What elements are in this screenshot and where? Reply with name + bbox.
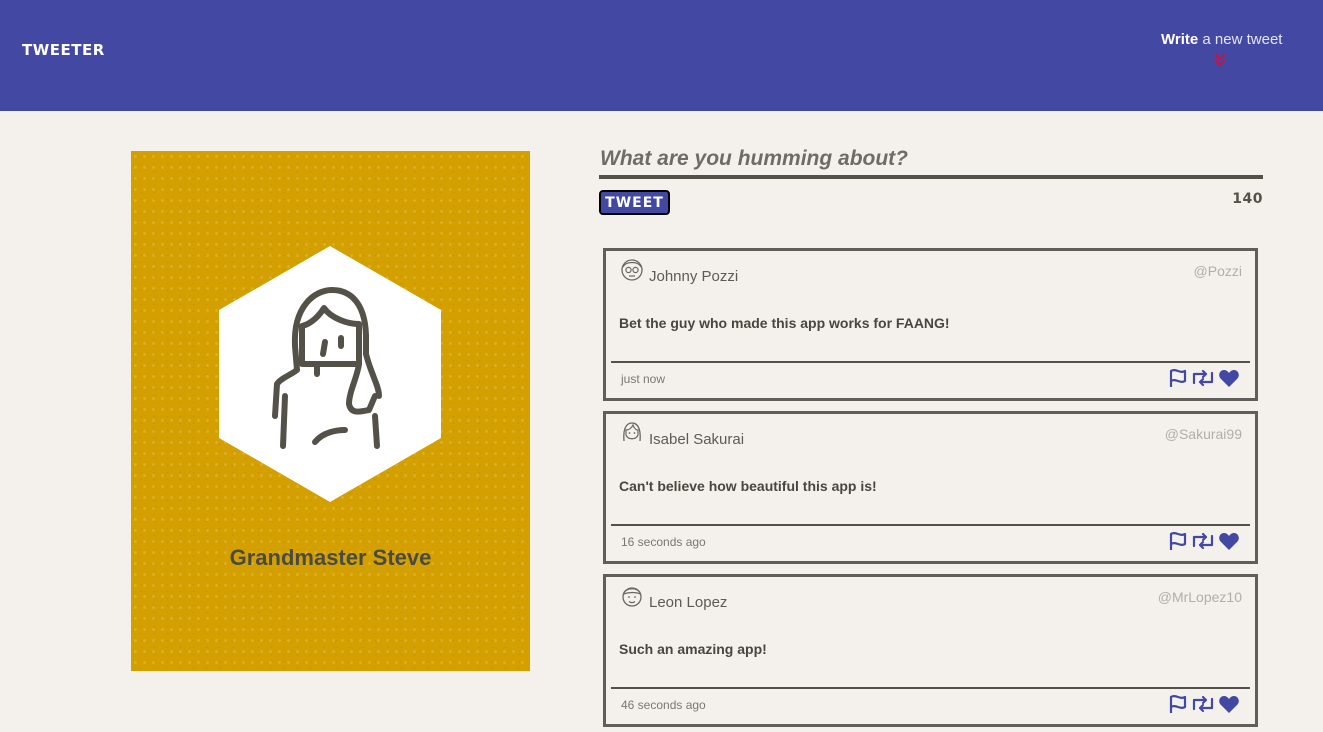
tweet-author-handle[interactable]: @Pozzi xyxy=(1194,263,1242,279)
navbar: TWEETER Write a new tweet xyxy=(0,0,1323,111)
tweet-timestamp: 16 seconds ago xyxy=(621,535,706,549)
retweet-icon[interactable] xyxy=(1191,367,1215,389)
tweet-text: Such an amazing app! xyxy=(619,641,767,657)
tweet-author-name: Johnny Pozzi xyxy=(649,268,739,285)
flag-icon[interactable] xyxy=(1168,530,1188,552)
retweet-icon[interactable] xyxy=(1191,530,1215,552)
profile-card: Grandmaster Steve xyxy=(131,151,530,671)
double-chevron-down-icon[interactable] xyxy=(1213,52,1227,68)
tweet-timestamp: just now xyxy=(621,372,666,386)
profile-name: Grandmaster Steve xyxy=(229,545,432,570)
flag-icon[interactable] xyxy=(1168,367,1188,389)
write-new-tweet-toggle[interactable]: Write a new tweet xyxy=(1161,31,1291,48)
tweet-divider xyxy=(611,361,1250,363)
tweet-divider xyxy=(611,524,1250,526)
tweet-text: Bet the guy who made this app works for … xyxy=(619,315,950,331)
write-label-bold: Write xyxy=(1161,31,1199,48)
tweet-input[interactable] xyxy=(599,143,1263,179)
flag-icon[interactable] xyxy=(1168,693,1188,715)
retweet-icon[interactable] xyxy=(1191,693,1215,715)
tweet-actions xyxy=(1168,530,1242,552)
tweet-card: Isabel Sakurai @Sakurai99 Can't believe … xyxy=(603,411,1258,564)
tweet-actions xyxy=(1168,693,1242,715)
character-counter: 140 xyxy=(1232,191,1263,207)
write-label-rest: a new tweet xyxy=(1198,31,1283,48)
heart-icon[interactable] xyxy=(1218,530,1240,552)
tweet-author-handle[interactable]: @MrLopez10 xyxy=(1158,589,1242,605)
compose-section: TWEET 140 xyxy=(599,143,1263,215)
woman-avatar-icon xyxy=(623,422,641,442)
glasses-man-avatar-icon xyxy=(621,259,643,281)
tweet-divider xyxy=(611,687,1250,689)
tweet-author-name: Isabel Sakurai xyxy=(649,431,745,448)
tweet-author-name: Leon Lopez xyxy=(649,594,728,611)
heart-icon[interactable] xyxy=(1218,367,1240,389)
brand-logo[interactable]: TWEETER xyxy=(22,41,105,59)
heart-icon[interactable] xyxy=(1218,693,1240,715)
tweet-actions xyxy=(1168,367,1242,389)
tweet-card: Leon Lopez @MrLopez10 Such an amazing ap… xyxy=(603,574,1258,727)
profile-avatar xyxy=(219,246,441,502)
tweet-text: Can't believe how beautiful this app is! xyxy=(619,478,877,494)
tweet-author-handle[interactable]: @Sakurai99 xyxy=(1165,426,1242,442)
tweet-card: Johnny Pozzi @Pozzi Bet the guy who made… xyxy=(603,248,1258,401)
tweet-button[interactable]: TWEET xyxy=(599,190,670,215)
tweet-timestamp: 46 seconds ago xyxy=(621,698,706,712)
man-avatar-icon xyxy=(622,587,642,607)
